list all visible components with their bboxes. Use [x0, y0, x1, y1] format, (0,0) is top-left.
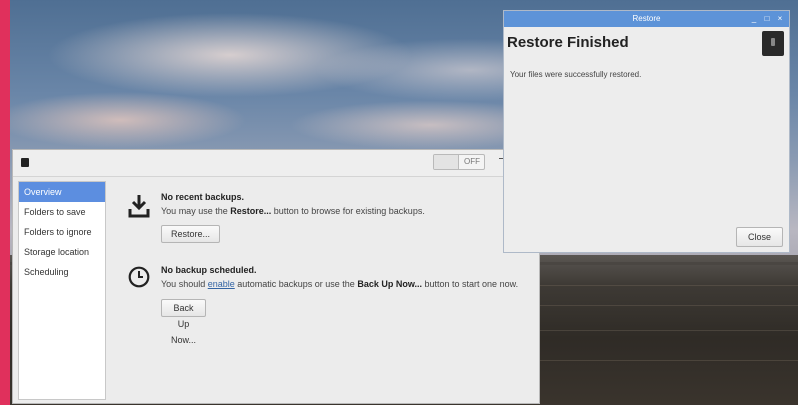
sidebar: Overview Folders to save Folders to igno…: [18, 181, 106, 400]
restore-button[interactable]: Restore...: [161, 225, 221, 243]
field-furrow: [536, 285, 798, 286]
backups-window: OFF Overview Folders to save Folders to …: [12, 149, 540, 404]
sidebar-item-folders-to-ignore[interactable]: Folders to ignore: [19, 222, 105, 242]
dialog-title: Restore: [632, 14, 661, 23]
clock-icon: [128, 266, 150, 288]
app-icon: [21, 158, 29, 167]
field-furrow: [536, 330, 798, 331]
schedule-description: You should enable automatic backups or u…: [161, 279, 519, 289]
restore-dialog: Restore _ □ × Restore Finished Your file…: [503, 10, 790, 253]
field-furrow: [536, 305, 798, 306]
sidebar-item-overview[interactable]: Overview: [19, 182, 105, 202]
icon-detail: [771, 38, 775, 46]
recent-backups-title: No recent backups.: [161, 192, 245, 202]
sidebar-item-storage-location[interactable]: Storage location: [19, 242, 105, 262]
window-header: OFF: [13, 150, 539, 177]
field-furrow: [536, 360, 798, 361]
sidebar-item-folders-to-save[interactable]: Folders to save: [19, 202, 105, 222]
download-icon: [128, 195, 150, 218]
close-button[interactable]: Close: [736, 227, 783, 247]
dialog-heading: Restore Finished: [507, 34, 629, 51]
minimize-icon[interactable]: _: [749, 13, 759, 24]
dialog-title-bar[interactable]: Restore _ □ ×: [504, 11, 789, 27]
sidebar-item-scheduling[interactable]: Scheduling: [19, 262, 105, 282]
backup-toggle[interactable]: OFF: [433, 154, 485, 170]
dialog-message: Your files were successfully restored.: [510, 70, 642, 79]
schedule-title: No backup scheduled.: [161, 265, 257, 275]
recent-backups-description: You may use the Restore... button to bro…: [161, 206, 425, 216]
backup-app-icon: [762, 31, 784, 56]
close-icon[interactable]: ×: [775, 13, 785, 24]
back-up-now-button[interactable]: Back Up Now...: [161, 299, 207, 345]
accent-strip: [0, 0, 10, 405]
toggle-knob[interactable]: [434, 155, 459, 169]
maximize-icon[interactable]: □: [762, 13, 772, 24]
enable-link[interactable]: enable: [208, 279, 235, 289]
toggle-label: OFF: [464, 157, 480, 166]
